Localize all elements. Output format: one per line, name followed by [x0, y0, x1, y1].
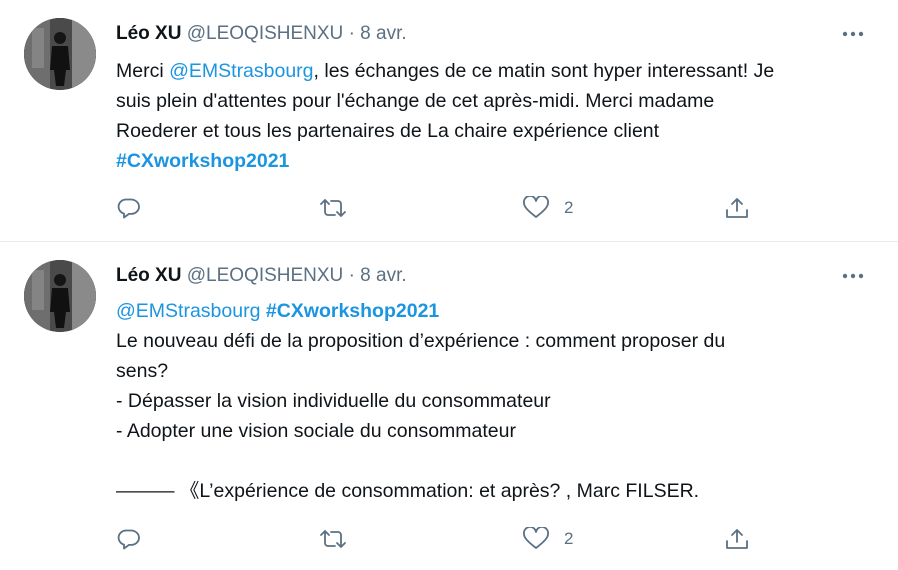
- more-icon: [842, 31, 864, 37]
- hashtag-link[interactable]: #CXworkshop2021: [266, 300, 439, 322]
- hashtag-link[interactable]: #CXworkshop2021: [116, 150, 289, 172]
- avatar[interactable]: [24, 260, 96, 332]
- tweet[interactable]: Léo XU @LEOQISHENXU · 8 avr. Merci @EMSt…: [0, 0, 898, 242]
- more-options-button[interactable]: [838, 22, 868, 46]
- share-icon: [726, 529, 748, 549]
- tweet-text-line: #CXworkshop2021: [116, 146, 856, 176]
- tweet-text-segment: - Dépasser la vision individuelle du con…: [116, 390, 551, 412]
- avatar[interactable]: [24, 18, 96, 90]
- tweet-text: Merci @EMStrasbourg, les échanges de ce …: [116, 56, 856, 176]
- share-icon: [726, 198, 748, 218]
- mention-link[interactable]: @EMStrasbourg: [116, 300, 260, 322]
- tweet-text-segment: Le nouveau défi de la proposition d’expé…: [116, 330, 726, 352]
- tweet-text-line: - Adopter une vision sociale du consomma…: [116, 416, 856, 446]
- reply-icon: [117, 529, 140, 550]
- tweet-text-segment: ——— 《L’expérience de consommation: et ap…: [116, 480, 700, 502]
- heart-icon: [523, 527, 549, 549]
- more-icon: [842, 273, 864, 279]
- tweet-text-segment: Merci: [116, 60, 170, 82]
- author-handle[interactable]: @LEOQISHENXU: [187, 23, 344, 44]
- tweet-header: Léo XU @LEOQISHENXU · 8 avr.: [116, 22, 407, 46]
- author-handle[interactable]: @LEOQISHENXU: [187, 265, 344, 286]
- heart-icon: [523, 196, 549, 218]
- tweet-date[interactable]: 8 avr.: [360, 265, 406, 286]
- tweet-text-line: sens?: [116, 356, 856, 386]
- tweet-text-line: Roederer et tous les partenaires de La c…: [116, 116, 856, 146]
- avatar-photo: [24, 18, 96, 90]
- tweet-text-line: [116, 446, 856, 476]
- tweet[interactable]: Léo XU @LEOQISHENXU · 8 avr. @EMStrasbou…: [0, 242, 898, 570]
- mention-link[interactable]: @EMStrasbourg: [169, 60, 313, 82]
- tweet-text-line: Merci @EMStrasbourg, les échanges de ce …: [116, 56, 856, 86]
- avatar-photo: [24, 260, 96, 332]
- tweet-text: @EMStrasbourg #CXworkshop2021 Le nouveau …: [116, 296, 856, 506]
- tweet-text-line: Le nouveau défi de la proposition d’expé…: [116, 326, 856, 356]
- author-name[interactable]: Léo XU: [116, 265, 181, 286]
- tweet-actions: 2: [116, 524, 776, 554]
- more-options-button[interactable]: [838, 264, 868, 288]
- reply-icon: [117, 198, 140, 219]
- author-name[interactable]: Léo XU: [116, 23, 181, 44]
- tweet-text-segment: sens?: [116, 360, 169, 382]
- retweet-icon: [320, 199, 346, 217]
- tweet-text-line: suis plein d'attentes pour l'échange de …: [116, 86, 856, 116]
- tweet-text-segment: Roederer et tous les partenaires de La c…: [116, 120, 660, 142]
- separator-dot: ·: [348, 265, 355, 286]
- like-count: 2: [564, 529, 574, 548]
- retweet-icon: [320, 530, 346, 548]
- tweet-text-segment: - Adopter une vision sociale du consomma…: [116, 420, 516, 442]
- separator-dot: ·: [348, 23, 355, 44]
- tweet-text-line: ——— 《L’expérience de consommation: et ap…: [116, 476, 856, 506]
- tweet-text-segment: , les échanges de ce matin sont hyper in…: [313, 60, 775, 82]
- tweet-date[interactable]: 8 avr.: [360, 23, 406, 44]
- tweet-text-segment: suis plein d'attentes pour l'échange de …: [116, 90, 715, 112]
- tweet-text-line: - Dépasser la vision individuelle du con…: [116, 386, 856, 416]
- like-count: 2: [564, 198, 574, 217]
- tweet-actions: 2: [116, 193, 776, 223]
- tweet-header: Léo XU @LEOQISHENXU · 8 avr.: [116, 264, 407, 288]
- tweet-text-line: @EMStrasbourg #CXworkshop2021: [116, 296, 856, 326]
